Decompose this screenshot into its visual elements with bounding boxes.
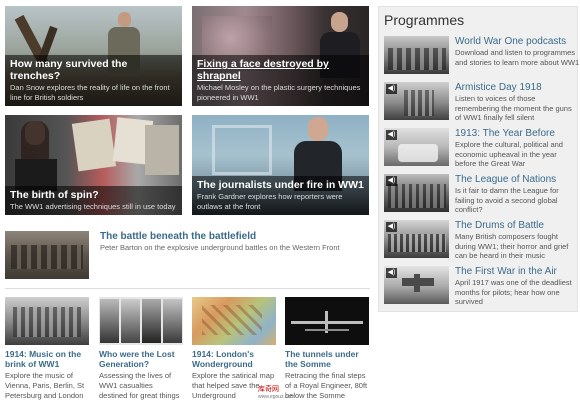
programme-thumbnail: ◀) xyxy=(384,82,449,120)
speaker-icon: ◀) xyxy=(386,268,397,278)
feature-desc: Dan Snow explores the reality of life on… xyxy=(10,83,170,102)
wonderground-thumbnail xyxy=(192,297,276,345)
lost-generation-thumbnail xyxy=(99,297,183,345)
bottom-card-music[interactable]: 1914: Music on the brink of WW1 Explore … xyxy=(5,297,89,401)
battle-beneath-desc: Peter Barton on the explosive undergroun… xyxy=(100,243,340,252)
feature-desc: The WW1 advertising techniques still in … xyxy=(10,201,176,211)
programme-item[interactable]: World War One podcasts Download and list… xyxy=(384,36,579,80)
programme-item[interactable]: ◀) The League of Nations Is it fair to d… xyxy=(384,174,576,218)
bottom-card-lost-generation[interactable]: Who were the Lost Generation? Assessing … xyxy=(99,297,183,401)
battle-beneath-title[interactable]: The battle beneath the battlefield xyxy=(100,231,256,242)
section-divider xyxy=(5,288,370,289)
wonderground-title[interactable]: 1914: London's Wonderground xyxy=(192,349,276,369)
programme-item[interactable]: ◀) 1913: The Year Before Explore the cul… xyxy=(384,128,576,172)
programme-desc: Listen to voices of those remembering th… xyxy=(455,94,572,122)
programme-item[interactable]: ◀) Armistice Day 1918 Listen to voices o… xyxy=(384,82,576,126)
programme-title[interactable]: The League of Nations xyxy=(455,174,556,185)
programme-title[interactable]: 1913: The Year Before xyxy=(455,128,555,139)
tunnels-title[interactable]: The tunnels under the Somme xyxy=(285,349,369,369)
programme-desc: Download and listen to programmes and st… xyxy=(455,48,580,67)
feature-card-spin[interactable]: The birth of spin? The WW1 advertising t… xyxy=(5,115,182,215)
programme-thumbnail: ◀) xyxy=(384,174,449,212)
programme-title[interactable]: Armistice Day 1918 xyxy=(455,82,542,93)
feature-desc: Frank Gardner explores how reporters wer… xyxy=(197,192,343,211)
programme-thumbnail: ◀) xyxy=(384,266,449,304)
window-frame xyxy=(212,125,272,175)
programme-title[interactable]: World War One podcasts xyxy=(455,36,566,47)
music-desc: Explore the music of Vienna, Paris, Berl… xyxy=(5,371,85,400)
bottom-card-tunnels[interactable]: The tunnels under the Somme Retracing th… xyxy=(285,297,369,401)
battlefield-thumbnail[interactable] xyxy=(5,231,89,279)
feature-card-shrapnel[interactable]: Fixing a face destroyed by shrapnel Mich… xyxy=(192,6,369,106)
tunnels-desc: Retracing the final steps of a Royal Eng… xyxy=(285,371,368,400)
programme-thumbnail: ◀) xyxy=(384,220,449,258)
tunnels-thumbnail xyxy=(285,297,369,345)
programme-thumbnail: ◀) xyxy=(384,128,449,166)
feature-title[interactable]: The journalists under fire in WW1 xyxy=(197,179,364,191)
programme-item[interactable]: ◀) The Drums of Battle Many British comp… xyxy=(384,220,576,264)
programmes-heading: Programmes xyxy=(384,12,465,28)
programme-title[interactable]: The Drums of Battle xyxy=(455,220,544,231)
speaker-icon: ◀) xyxy=(386,130,397,140)
programme-desc: Many British composers fought during WW1… xyxy=(455,232,569,260)
speaker-icon: ◀) xyxy=(386,222,397,232)
music-thumbnail xyxy=(5,297,89,345)
feature-card-journalists[interactable]: The journalists under fire in WW1 Frank … xyxy=(192,115,369,215)
poster-image xyxy=(71,118,117,172)
programme-desc: Explore the cultural, political and econ… xyxy=(455,140,563,168)
feature-title[interactable]: How many survived the trenches? xyxy=(10,58,177,82)
speaker-icon: ◀) xyxy=(386,84,397,94)
lost-generation-title[interactable]: Who were the Lost Generation? xyxy=(99,349,183,369)
watermark-line2: www.egouz.com xyxy=(258,394,295,400)
programme-thumbnail xyxy=(384,36,449,74)
watermark-line1: 库奇网 xyxy=(258,386,279,393)
feature-card-trenches[interactable]: How many survived the trenches? Dan Snow… xyxy=(5,6,182,106)
programme-item[interactable]: ◀) The First War in the Air April 1917 w… xyxy=(384,266,576,310)
poster-image xyxy=(145,125,179,175)
feature-title[interactable]: The birth of spin? xyxy=(10,189,177,201)
programme-title[interactable]: The First War in the Air xyxy=(455,266,557,277)
watermark: 库奇网 www.egouz.com xyxy=(258,384,294,400)
programme-desc: Is it fair to damn the League for failin… xyxy=(455,186,559,214)
feature-desc: Michael Mosley on the plastic surgery te… xyxy=(197,83,361,102)
speaker-icon: ◀) xyxy=(386,176,397,186)
feature-title[interactable]: Fixing a face destroyed by shrapnel xyxy=(197,58,364,82)
presenter-figure xyxy=(15,121,57,191)
music-title[interactable]: 1914: Music on the brink of WW1 xyxy=(5,349,89,369)
lost-generation-desc: Assessing the lives of WW1 casualties de… xyxy=(99,371,180,400)
programmes-sidebar: Programmes World War One podcasts Downlo… xyxy=(378,6,579,312)
programme-desc: April 1917 was one of the deadliest mont… xyxy=(455,278,572,306)
